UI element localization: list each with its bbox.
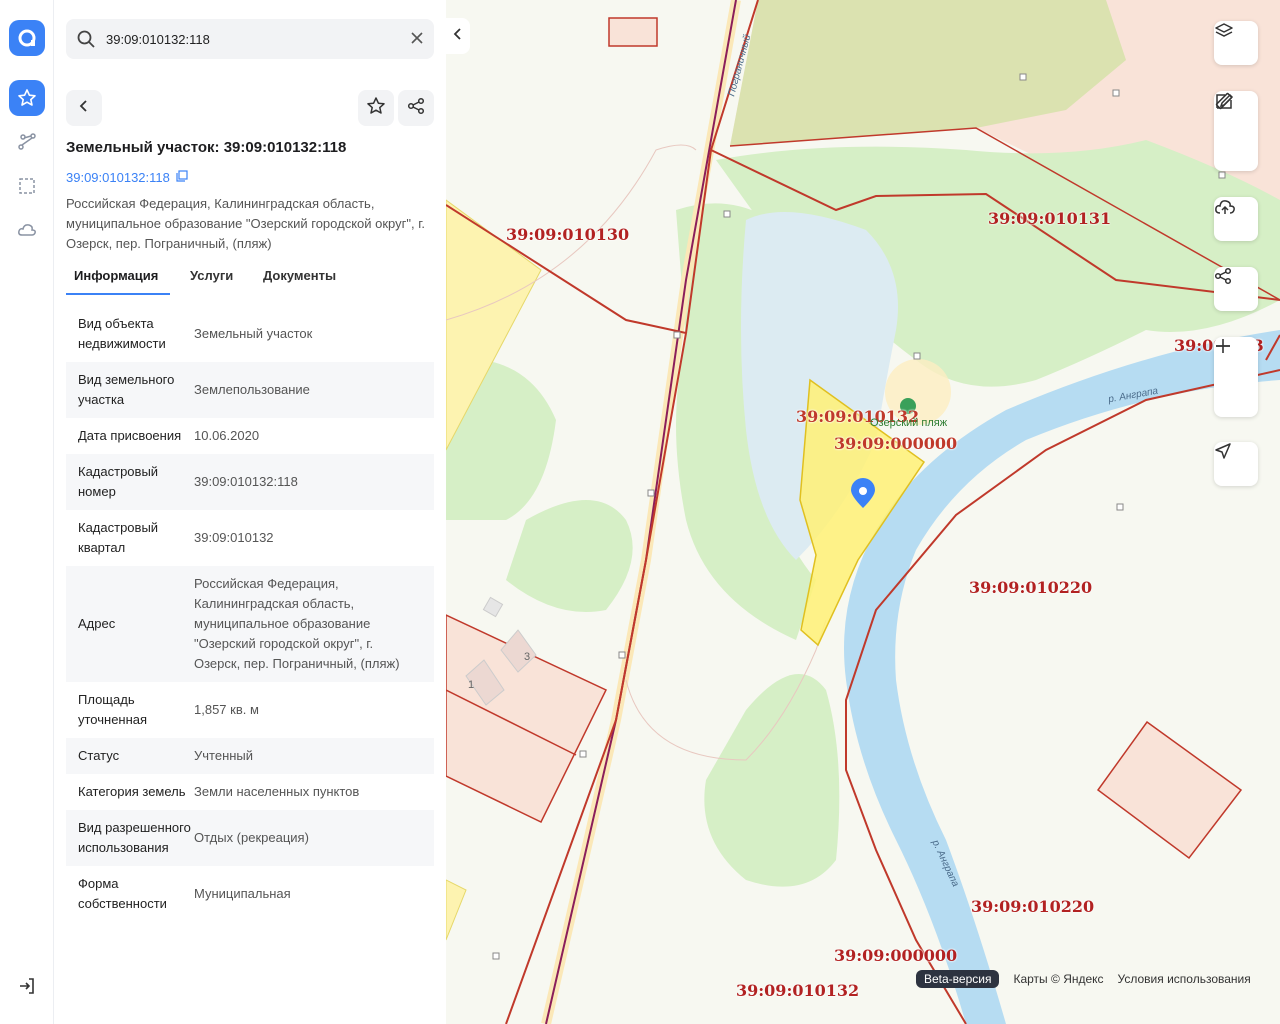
info-row: Кадастровый квартал 39:09:010132 <box>66 510 434 566</box>
map-label-quarter: 39:09:010220 <box>969 578 1093 597</box>
info-key: Вид разрешенного использования <box>78 820 191 855</box>
info-value: Земельный участок <box>194 326 313 341</box>
house-number: 3 <box>524 651 531 663</box>
map-canvas[interactable] <box>446 0 1280 1024</box>
cadastral-number-text[interactable]: 39:09:010132:118 <box>66 170 170 185</box>
object-address: Российская Федерация, Калининградская об… <box>66 196 425 251</box>
info-key: Вид земельного участка <box>78 372 175 407</box>
zoom-control <box>1214 337 1258 417</box>
info-key: Категория земель <box>78 784 186 799</box>
layers-button[interactable] <box>1214 21 1258 65</box>
info-row: Вид земельного участка Землепользование <box>66 362 434 418</box>
info-value: Землепользование <box>194 382 310 397</box>
select-area-icon[interactable] <box>9 168 45 204</box>
info-panel: Земельный участок: 39:09:010132:118 39:0… <box>54 0 446 1024</box>
terms-of-use-link[interactable]: Условия использования <box>1118 972 1251 986</box>
map-view[interactable]: 39:09:010130 39:09:010131 39:09:010132 3… <box>446 0 1280 1024</box>
tab-information[interactable]: Информация <box>74 268 158 283</box>
favorite-button[interactable] <box>358 90 394 126</box>
info-row: Дата присвоения 10.06.2020 <box>66 418 434 454</box>
back-button[interactable] <box>66 90 102 126</box>
info-key: Форма собственности <box>78 876 167 911</box>
info-key: Статус <box>78 748 120 763</box>
map-label-quarter: 39:09:010130 <box>506 225 630 244</box>
geolocation-button[interactable] <box>1214 442 1258 486</box>
tabs: Информация Услуги Документы <box>66 262 434 296</box>
star-icon <box>366 96 386 121</box>
beta-badge: Beta-версия <box>916 970 1000 988</box>
search-input[interactable] <box>106 27 396 51</box>
info-value: 39:09:010132 <box>194 530 274 545</box>
route-icon[interactable] <box>9 124 45 160</box>
info-row: Адрес Российская Федерация, Калининградск… <box>66 566 434 682</box>
share-icon <box>407 97 425 120</box>
info-row: Вид объекта недвижимости Земельный участо… <box>66 306 434 362</box>
tab-services[interactable]: Услуги <box>190 268 233 283</box>
upload-button[interactable] <box>1214 197 1258 241</box>
info-row: Категория земель Земли населенных пунктов <box>66 774 434 810</box>
info-value: 1,857 кв. м <box>194 702 259 717</box>
clear-search-icon[interactable] <box>410 31 424 50</box>
info-row: Площадь уточненная 1,857 кв. м <box>66 682 434 738</box>
info-key: Площадь уточненная <box>78 692 148 727</box>
beach-label: Озерский пляж <box>870 417 948 429</box>
object-title: Земельный участок: 39:09:010132:118 <box>66 139 347 156</box>
search-box <box>66 19 434 59</box>
info-table: Вид объекта недвижимости Земельный участо… <box>66 306 434 922</box>
collapse-panel-button[interactable] <box>446 18 470 54</box>
map-label-quarter: 39:09:010220 <box>971 897 1095 916</box>
map-share-button[interactable] <box>1214 267 1258 311</box>
info-value: Российская Федерация, Калининградская об… <box>194 576 400 671</box>
info-value: Земли населенных пунктов <box>194 784 360 799</box>
tab-documents[interactable]: Документы <box>263 268 336 283</box>
info-key: Кадастровый номер <box>78 464 159 499</box>
info-value: 39:09:010132:118 <box>194 474 298 489</box>
info-row: Форма собственности Муниципальная <box>66 866 434 922</box>
info-key: Дата присвоения <box>78 428 182 443</box>
map-label-quarter: 39:09:010131 <box>988 209 1112 228</box>
cloud-icon[interactable] <box>9 212 45 248</box>
search-icon <box>76 29 96 54</box>
info-key: Адрес <box>78 616 116 631</box>
favorites-star-icon[interactable] <box>9 80 45 116</box>
info-value: 10.06.2020 <box>194 428 260 443</box>
info-row: Кадастровый номер 39:09:010132:118 <box>66 454 434 510</box>
left-rail <box>0 0 54 1024</box>
chevron-left-icon <box>452 27 464 46</box>
chevron-left-icon <box>77 99 91 118</box>
info-value: Муниципальная <box>194 886 291 901</box>
active-tab-indicator <box>66 293 170 295</box>
map-label-quarter: 39:09:000000 <box>834 434 958 453</box>
app-logo-icon[interactable] <box>9 20 45 56</box>
share-button[interactable] <box>398 90 434 126</box>
info-key: Кадастровый квартал <box>78 520 159 555</box>
logout-icon[interactable] <box>9 968 45 1004</box>
copy-icon[interactable] <box>176 170 188 185</box>
yandex-maps-credit[interactable]: Карты © Яндекс <box>1013 972 1103 986</box>
map-label-quarter: 39:09:000000 <box>834 946 958 965</box>
info-value: Отдых (рекреация) <box>194 830 309 845</box>
map-footer: Beta-версия Карты © Яндекс Условия испол… <box>916 970 1251 988</box>
house-number: 1 <box>468 679 475 691</box>
info-row: Вид разрешенного использования Отдых (рек… <box>66 810 434 866</box>
measure-edit-group <box>1214 91 1258 171</box>
info-value: Учтенный <box>194 748 254 763</box>
info-key: Вид объекта недвижимости <box>78 316 166 351</box>
map-label-quarter: 39:09:010132 <box>736 981 860 1000</box>
cadastral-number-link[interactable]: 39:09:010132:118 <box>66 170 188 185</box>
info-row: Статус Учтенный <box>66 738 434 774</box>
